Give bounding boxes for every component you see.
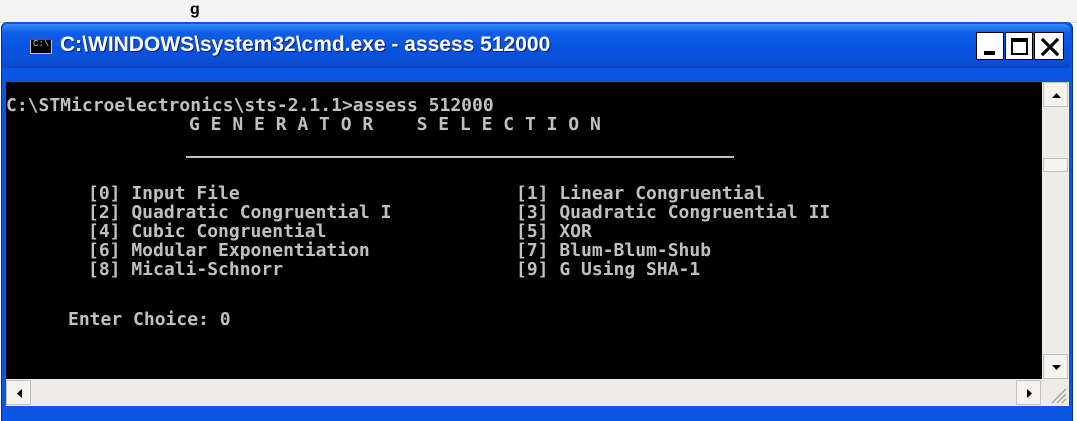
resize-grip-icon xyxy=(1051,388,1067,404)
horizontal-scrollbar[interactable] xyxy=(6,379,1042,406)
option-5: [5] XOR xyxy=(516,221,592,242)
option-9: [9] G Using SHA-1 xyxy=(516,259,701,280)
outer-caption-text: g xyxy=(190,1,200,18)
vertical-scrollbar[interactable] xyxy=(1042,82,1069,379)
option-1: [1] Linear Congruential xyxy=(516,183,766,204)
maximize-icon xyxy=(1011,38,1028,55)
maximize-button[interactable] xyxy=(1005,32,1033,60)
minimize-icon xyxy=(984,51,995,55)
close-button[interactable] xyxy=(1034,32,1064,60)
scroll-right-button[interactable] xyxy=(1016,380,1041,405)
option-7: [7] Blum-Blum-Shub xyxy=(516,240,712,261)
scroll-right-icon xyxy=(1027,389,1032,398)
prompt-line: C:\STMicroelectronics\sts-2.1.1>assess 5… xyxy=(6,95,494,116)
console-window: g C:\ C:\WINDOWS\system32\cmd.exe - asse… xyxy=(0,0,1077,421)
enter-choice-label: Enter Choice: xyxy=(68,309,220,330)
scroll-up-icon xyxy=(1052,93,1061,98)
option-8: [8] Micali-Schnorr xyxy=(88,259,284,280)
option-2: [2] Quadratic Congruential I xyxy=(88,202,392,223)
console-output[interactable]: C:\STMicroelectronics\sts-2.1.1>assess 5… xyxy=(6,82,1042,379)
scroll-down-icon xyxy=(1052,365,1061,370)
scroll-down-button[interactable] xyxy=(1043,354,1068,379)
vertical-scroll-thumb[interactable] xyxy=(1043,158,1068,172)
close-icon xyxy=(1040,37,1060,57)
title-bar[interactable]: C:\ C:\WINDOWS\system32\cmd.exe - assess… xyxy=(2,24,1070,68)
scroll-up-button[interactable] xyxy=(1043,82,1068,107)
option-4: [4] Cubic Congruential xyxy=(88,221,327,242)
heading-underline xyxy=(186,156,734,158)
scroll-left-button[interactable] xyxy=(6,380,31,405)
enter-choice-value[interactable]: 0 xyxy=(220,309,231,330)
scroll-left-icon xyxy=(17,389,22,398)
window-bottom-border xyxy=(2,406,1070,421)
generator-selection-heading: G E N E R A T O R S E L E C T I O N xyxy=(189,114,601,135)
minimize-button[interactable] xyxy=(976,32,1004,60)
enter-choice-prompt: Enter Choice: 0 xyxy=(68,310,231,329)
option-6: [6] Modular Exponentiation xyxy=(88,240,370,261)
outer-caption-strip: g xyxy=(0,0,1077,23)
option-3: [3] Quadratic Congruential II xyxy=(516,202,831,223)
option-0: [0] Input File xyxy=(88,183,240,204)
resize-grip[interactable] xyxy=(1042,379,1069,406)
window-title: C:\WINDOWS\system32\cmd.exe - assess 512… xyxy=(60,33,551,56)
console-app-icon[interactable]: C:\ xyxy=(30,36,52,54)
